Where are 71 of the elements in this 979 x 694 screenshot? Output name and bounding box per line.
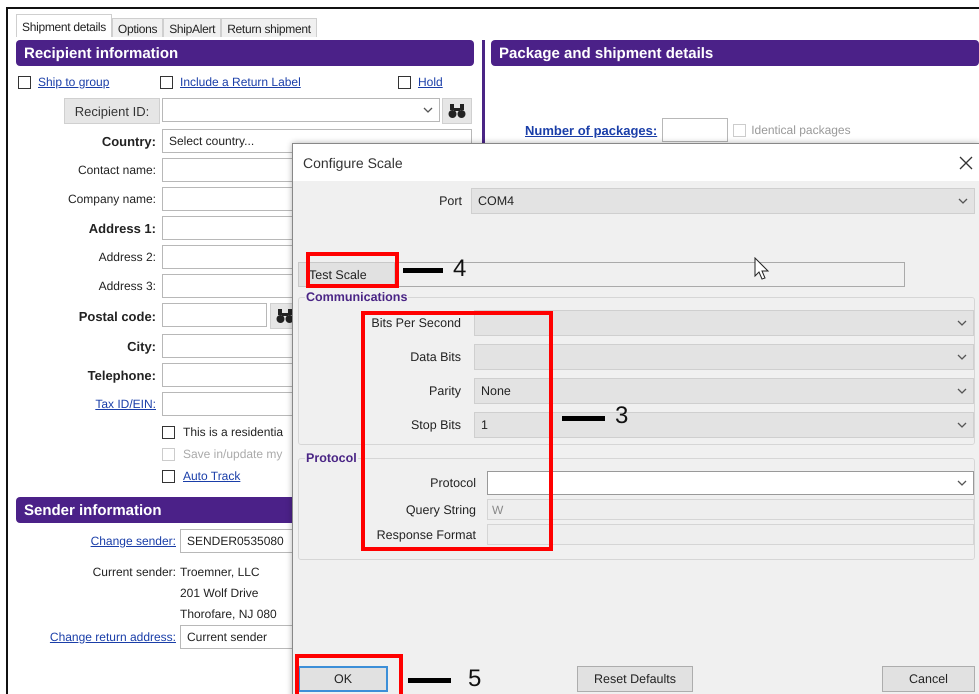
field-label: Address 1: [88, 220, 156, 236]
checkbox-label: Identical packages [751, 123, 851, 137]
dialog-button[interactable]: OK [298, 666, 388, 692]
dropdown[interactable]: None [474, 378, 974, 404]
field-label: Data Bits [409, 350, 461, 364]
change-sender-link[interactable]: Change sender: [90, 534, 176, 548]
tab[interactable]: Shipment details [16, 14, 112, 37]
address-line: Troemner, LLC [180, 565, 261, 579]
dialog-button[interactable]: Reset Defaults [577, 666, 693, 692]
tab[interactable]: Return shipment [221, 18, 317, 37]
change-return-link[interactable]: Change return address: [50, 630, 176, 644]
checkbox[interactable] [18, 76, 31, 88]
field-label: City: [126, 338, 156, 354]
callout-number: 5 [468, 667, 482, 691]
chevron-down-icon [957, 354, 967, 360]
checkbox[interactable] [162, 426, 175, 438]
dialog-button[interactable]: Cancel [882, 666, 975, 692]
field-label: Current sender: [92, 565, 176, 579]
checkbox[interactable] [398, 76, 411, 88]
field-label: Query String [404, 502, 476, 516]
field-label: Port [438, 194, 462, 208]
checkbox-label: Save in/update my [183, 447, 282, 461]
binoculars-icon [448, 103, 466, 119]
checkbox-link[interactable]: Auto Track [183, 469, 240, 483]
field-label: Postal code: [78, 308, 156, 324]
field-label: Country: [100, 134, 156, 148]
dropdown[interactable] [487, 471, 974, 495]
checkbox-link[interactable]: Include a Return Label [180, 75, 301, 89]
field-label: Protocol [429, 476, 476, 490]
input-field[interactable] [162, 303, 267, 327]
chevron-down-icon [957, 422, 967, 428]
group-title: Protocol [305, 451, 358, 465]
group-title: Communications [305, 290, 408, 304]
field-label: Address 3: [98, 279, 156, 293]
field-label: Company name: [66, 192, 156, 206]
field-label: Response Format [376, 528, 476, 542]
recipient-id-button[interactable]: Recipient ID: [64, 98, 160, 124]
input-field[interactable] [662, 118, 728, 142]
field-label: Stop Bits [410, 418, 461, 432]
checkbox[interactable] [160, 76, 173, 88]
field-label: Address 2: [98, 250, 156, 264]
checkbox-link[interactable]: Hold [418, 75, 443, 89]
field-label: Bits Per Second [370, 316, 461, 330]
field-label: Parity [428, 384, 461, 398]
tab[interactable]: Options [112, 18, 164, 37]
chevron-down-icon [957, 320, 967, 326]
packages-link[interactable]: Number of packages: [525, 122, 658, 138]
checkbox-link[interactable]: Ship to group [38, 75, 110, 89]
chevron-down-icon [423, 107, 433, 113]
section-header: Recipient information [16, 40, 474, 66]
callout-number: 4 [453, 257, 466, 281]
checkbox[interactable] [162, 470, 175, 482]
checkbox-label: This is a residentia [183, 425, 284, 439]
field-label: Telephone: [86, 368, 156, 382]
binoculars-icon [276, 308, 294, 324]
dialog-title: Configure Scale [303, 154, 403, 170]
address-line: 201 Wolf Drive [180, 586, 260, 600]
chevron-down-icon [958, 198, 968, 204]
chevron-down-icon [957, 480, 967, 486]
field-link[interactable]: Tax ID/EIN: [95, 397, 156, 411]
port-dropdown[interactable]: COM4 [471, 188, 975, 214]
dropdown[interactable] [474, 310, 974, 336]
section-header: Package and shipment details [491, 40, 979, 66]
address-line: Thorofare, NJ 080 [180, 607, 278, 621]
close-icon[interactable] [959, 156, 973, 170]
lookup-button[interactable] [442, 98, 472, 124]
field-label: Contact name: [76, 163, 156, 177]
chevron-down-icon [957, 388, 967, 394]
input-field[interactable] [487, 524, 974, 545]
cursor-icon [754, 257, 770, 281]
tab[interactable]: ShipAlert [163, 18, 222, 37]
